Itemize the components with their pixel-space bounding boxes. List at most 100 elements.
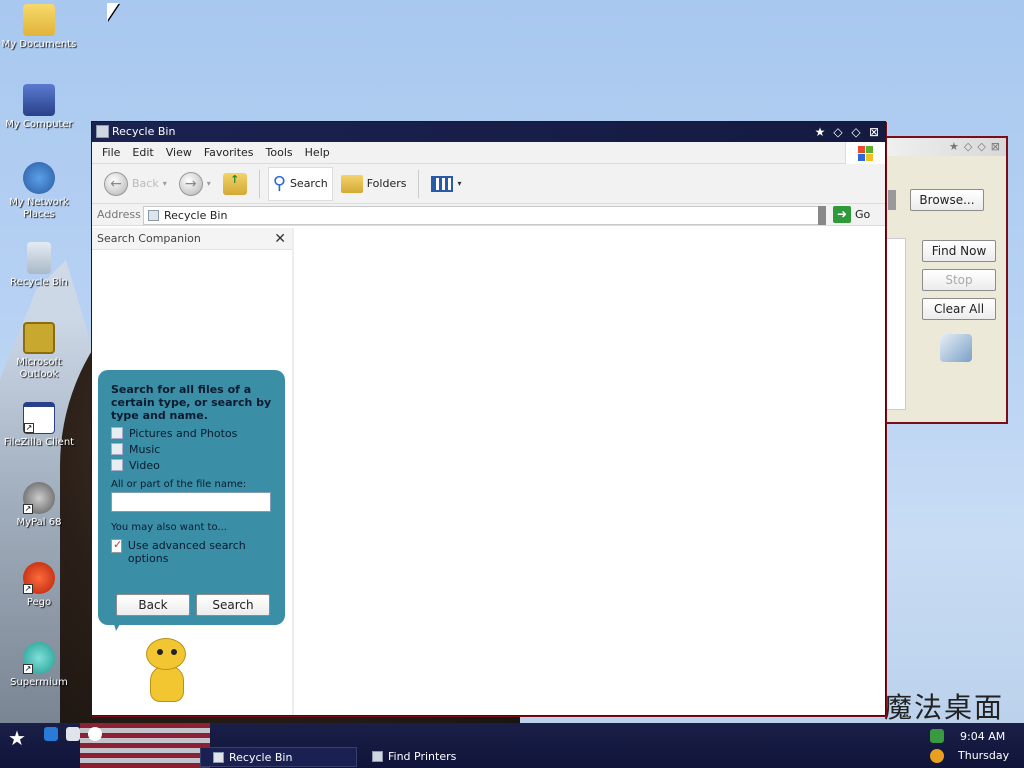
option-music[interactable]: Music (111, 441, 272, 457)
search-question: Search for all files of a certain type, … (111, 383, 272, 422)
forward-button[interactable]: → ▾ (175, 167, 215, 201)
desktop-icon-label: Pego (26, 597, 52, 608)
search-icon: ⚲ (272, 173, 286, 194)
find-printers-titlebar[interactable]: ★ ◇ ◇ ⊠ (884, 138, 1006, 156)
start-star-icon[interactable]: ★ (8, 726, 26, 750)
desktop-icon-mypal[interactable]: ↗ MyPal 68 (0, 482, 78, 529)
desktop-icon-outlook[interactable]: Microsoft Outlook (0, 322, 78, 381)
taskbar: ★ Recycle Bin Find Printers 9:04 AM Thur… (0, 723, 1024, 768)
pego-icon: ↗ (23, 562, 55, 594)
recycle-bin-window[interactable]: Recycle Bin ★ ◇ ◇ ⊠ File Edit View Favor… (91, 121, 886, 716)
menu-tools[interactable]: Tools (260, 146, 299, 159)
pin-icon[interactable]: ★ (949, 140, 959, 153)
chevron-down-icon[interactable]: ▾ (207, 179, 211, 188)
show-desktop-icon[interactable] (66, 727, 80, 741)
option-video[interactable]: Video (111, 457, 272, 473)
filename-input[interactable] (111, 492, 271, 512)
taskbar-button-find-printers[interactable]: Find Printers (360, 747, 520, 767)
search-companion-header: Search Companion ✕ (92, 228, 292, 250)
clock-time[interactable]: 9:04 AM (960, 730, 1005, 743)
taskbar-button-recycle-bin[interactable]: Recycle Bin (200, 747, 357, 767)
filename-label: All or part of the file name: (111, 479, 247, 490)
recycle-bin-icon (96, 125, 109, 138)
desktop-icon-label: FileZilla Client (3, 437, 75, 448)
menu-edit[interactable]: Edit (126, 146, 159, 159)
desktop-icon-recycle-bin[interactable]: Recycle Bin (0, 242, 78, 289)
search-dog-icon[interactable] (142, 638, 192, 706)
checkbox[interactable] (111, 427, 123, 439)
forward-arrow-icon: → (178, 171, 203, 196)
desktop-icon-network-places[interactable]: My Network Places (0, 162, 78, 221)
advanced-search-link[interactable]: Use advanced search options (111, 538, 272, 565)
dog-eye (171, 649, 177, 655)
go-button[interactable]: ➜ Go (833, 206, 870, 223)
maximize-icon[interactable]: ◇ (849, 125, 863, 139)
menu-favorites[interactable]: Favorites (198, 146, 260, 159)
dropdown-arrow[interactable] (888, 190, 896, 210)
outlook-icon (23, 322, 55, 354)
desktop-icon-my-computer[interactable]: My Computer (0, 84, 78, 131)
task-label: Recycle Bin (229, 751, 293, 764)
find-now-button[interactable]: Find Now (922, 240, 996, 262)
also-label: You may also want to... (111, 522, 227, 533)
option-pictures-and-photos[interactable]: Pictures and Photos (111, 425, 272, 441)
companion-search-button[interactable]: Search (196, 594, 270, 616)
desktop-icon-filezilla[interactable]: ↗ FileZilla Client (0, 402, 78, 449)
recycle-bin-icon (213, 752, 224, 763)
minimize-icon[interactable]: ◇ (831, 125, 845, 139)
window-title: Recycle Bin (112, 125, 176, 138)
close-icon[interactable]: ⊠ (867, 125, 881, 139)
search-button[interactable]: ⚲ Search (267, 166, 333, 201)
chevron-down-icon[interactable]: ▾ (457, 179, 461, 188)
chevron-down-icon[interactable]: ▾ (163, 179, 167, 188)
find-printers-window[interactable]: ★ ◇ ◇ ⊠ Browse... Find Now Stop Clear Al… (884, 136, 1008, 424)
desktop-icon-label: MyPal 68 (16, 517, 62, 528)
folders-button[interactable]: Folders (337, 167, 411, 201)
maximize-icon[interactable]: ◇ (977, 140, 985, 153)
search-tray-icon[interactable] (930, 749, 944, 763)
desktop-icon-label: My Documents (1, 39, 77, 50)
address-input[interactable]: Recycle Bin (143, 206, 825, 225)
clock-day[interactable]: Thursday (958, 749, 1009, 762)
back-arrow-icon: ← (104, 171, 128, 196)
computer-icon (23, 84, 55, 116)
pin-icon[interactable]: ★ (813, 125, 827, 139)
back-button[interactable]: ← Back ▾ (100, 167, 171, 201)
views-button[interactable]: ▾ (427, 167, 465, 201)
file-list-area[interactable] (296, 228, 885, 715)
go-label: Go (855, 208, 871, 221)
desktop-icon-label: Supermium (10, 677, 68, 688)
search-label: Search (289, 177, 328, 190)
menu-view[interactable]: View (160, 146, 198, 159)
close-icon[interactable]: ✕ (274, 228, 286, 250)
menu-file[interactable]: File (96, 146, 126, 159)
clear-all-button[interactable]: Clear All (922, 298, 996, 320)
companion-back-button[interactable]: Back (116, 594, 190, 616)
internet-explorer-icon[interactable] (44, 727, 58, 741)
network-icon[interactable] (930, 729, 944, 743)
menu-help[interactable]: Help (299, 146, 336, 159)
address-dropdown-button[interactable] (818, 206, 826, 225)
desktop-icon-my-documents[interactable]: My Documents (0, 4, 78, 51)
supermium-icon: ↗ (23, 642, 55, 674)
toolbar: ← Back ▾ → ▾ ↑ ⚲ Search Folders ▾ (92, 164, 885, 204)
stop-button[interactable]: Stop (922, 269, 996, 291)
media-player-icon[interactable] (88, 727, 102, 741)
shortcut-arrow-icon: ↗ (23, 664, 33, 674)
network-globe-icon (23, 162, 55, 194)
up-folder-button[interactable]: ↑ (219, 167, 251, 201)
checkbox[interactable] (111, 459, 123, 471)
close-icon[interactable]: ⊠ (991, 140, 1000, 153)
dog-body (150, 666, 184, 702)
desktop-icon-pego[interactable]: ↗ Pego (0, 562, 78, 609)
minimize-icon[interactable]: ◇ (964, 140, 972, 153)
option-label: Pictures and Photos (129, 426, 238, 440)
address-bar: Address Recycle Bin ➜ Go (92, 204, 885, 226)
windows-logo-icon (845, 142, 885, 164)
option-label: Video (129, 458, 160, 472)
checkbox[interactable] (111, 443, 123, 455)
window-titlebar[interactable]: Recycle Bin ★ ◇ ◇ ⊠ (92, 122, 885, 142)
task-label: Find Printers (388, 750, 457, 763)
desktop-icon-supermium[interactable]: ↗ Supermium (0, 642, 78, 689)
browse-button[interactable]: Browse... (910, 189, 984, 211)
